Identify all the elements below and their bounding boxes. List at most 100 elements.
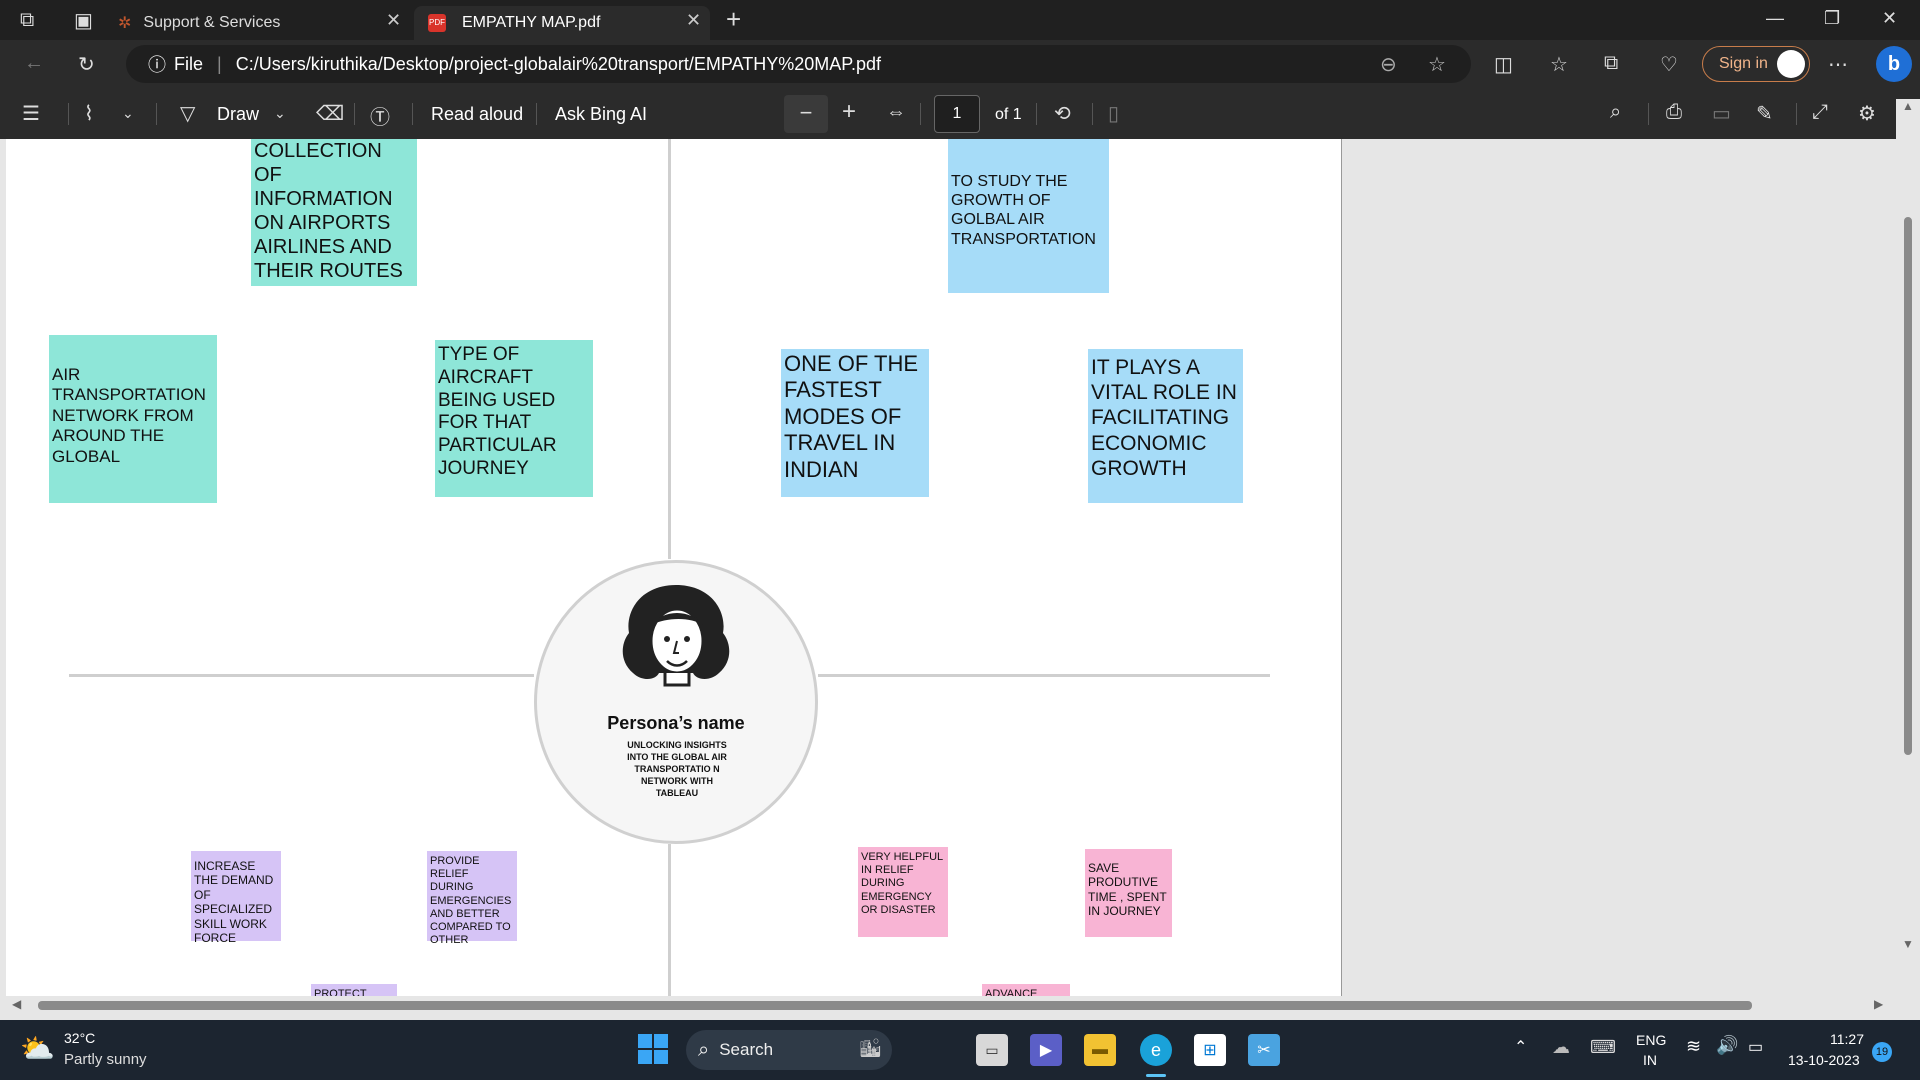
volume-icon[interactable]: 🔊 [1716,1035,1738,1056]
active-app-indicator [1146,1074,1166,1077]
language-secondary[interactable]: IN [1643,1052,1657,1068]
weather-icon[interactable]: ⛅ [20,1032,55,1065]
toolbar-divider [1648,103,1649,125]
persona-name: Persona’s name [607,713,745,733]
toolbar-divider [68,103,69,125]
toolbar-divider [1092,103,1093,125]
eraser-icon[interactable]: ⌫ [316,101,344,126]
settings-gear-icon[interactable]: ⚙ [1858,101,1876,126]
browser-essentials-icon[interactable]: ♡ [1660,52,1678,77]
new-tab-button[interactable]: + [726,4,741,35]
scroll-down-arrow-icon[interactable]: ▼ [1902,937,1914,951]
search-label: Search [719,1040,774,1059]
highlight-icon[interactable]: ⌇ [84,101,94,126]
toolbar-divider [412,103,413,125]
close-tab-icon[interactable]: ✕ [386,10,401,31]
search-icon[interactable]: ⌕ [1610,101,1621,124]
sticky-note: PROTECT [311,984,397,996]
edge-browser-icon[interactable]: e [1140,1034,1172,1066]
save-icon[interactable]: ▭ [1712,101,1731,126]
sign-in-label: Sign in [1719,55,1768,72]
scroll-left-arrow-icon[interactable]: ◀ [12,997,21,1011]
minimize-button[interactable]: — [1766,8,1784,29]
address-field[interactable]: ⓘ File | C:/Users/kiruthika/Desktop/proj… [126,45,1471,83]
tab-empathy-map[interactable]: PDF EMPATHY MAP.pdf [414,6,710,40]
collections-icon[interactable]: ⧉ [1604,52,1618,75]
refresh-icon[interactable]: ↻ [78,52,95,77]
ask-bing-button[interactable]: Ask Bing AI [555,104,647,125]
toolbar-divider [920,103,921,125]
rotate-icon[interactable]: ⟲ [1054,101,1071,126]
zoom-out-button[interactable]: − [784,95,828,133]
draw-icon[interactable]: ▽ [180,101,195,126]
notification-badge[interactable]: 19 [1872,1042,1892,1062]
keyboard-icon[interactable]: ⌨ [1590,1037,1616,1058]
split-screen-icon[interactable]: ◫ [1494,52,1513,77]
workspaces-icon[interactable]: ⧉ [20,9,34,32]
sticky-note: VERY HELPFUL IN RELIEF DURING EMERGENCY … [858,847,948,937]
tab-actions-icon[interactable]: ▣ [74,8,93,33]
favorites-icon[interactable]: ☆ [1550,52,1568,77]
horizontal-scrollbar[interactable]: ◀ ▶ [0,996,1896,1014]
zoom-icon[interactable]: ⊖ [1380,52,1397,77]
favorite-star-icon[interactable]: ☆ [1428,52,1446,77]
back-icon[interactable]: ← [24,52,44,75]
vertical-scroll-thumb[interactable] [1904,217,1912,755]
sticky-note: ONE OF THE FASTEST MODES OF TRAVEL IN IN… [781,349,929,497]
horizontal-scroll-thumb[interactable] [38,1001,1752,1010]
fullscreen-icon[interactable]: ⤢ [1812,101,1828,124]
close-window-button[interactable]: ✕ [1882,8,1897,29]
weather-desc[interactable]: Partly sunny [64,1051,147,1068]
close-tab-icon[interactable]: ✕ [686,10,701,31]
start-button-icon[interactable] [638,1034,668,1064]
sticky-note: AIR TRANSPORTATION NETWORK FROM AROUND T… [49,335,217,503]
address-bar-row: ← ↻ ⓘ File | C:/Users/kiruthika/Desktop/… [0,40,1920,89]
chevron-down-icon[interactable]: ⌄ [122,105,134,122]
tab-label: EMPATHY MAP.pdf [462,14,601,31]
tab-label: Support & Services [143,14,281,31]
draw-button[interactable]: Draw [217,104,259,125]
vertical-scrollbar[interactable]: ▲ ▼ [1896,99,1920,1005]
more-options-icon[interactable]: ⋯ [1828,52,1848,77]
browser-tab-bar: ⧉ ▣ ✲ Support & Services ✕ PDF EMPATHY M… [0,0,1920,40]
file-explorer-icon[interactable]: ▬ [1084,1034,1116,1066]
sticky-note: PROVIDE RELIEF DURING EMERGENCIES AND BE… [427,851,517,946]
contents-list-icon[interactable]: ☰ [22,101,40,126]
scroll-up-arrow-icon[interactable]: ▲ [1902,99,1914,113]
battery-icon[interactable]: ▭ [1748,1037,1763,1057]
text-box-icon[interactable]: Ⓣ [370,101,390,130]
horizontal-divider-right [818,674,1270,677]
chevron-down-icon[interactable]: ⌄ [274,105,286,122]
page-number-input[interactable]: 1 [934,95,980,133]
pdf-viewer: COLLECTION OF INFORMATION ON AIRPORTS AI… [0,99,1920,1014]
toolbar-divider [1036,103,1037,125]
tab-support-services[interactable]: ✲ Support & Services [118,6,408,40]
toolbar-divider [156,103,157,125]
read-aloud-button[interactable]: Read aloud [431,104,523,125]
print-icon[interactable]: ⎙ [1666,101,1682,124]
teams-meet-icon[interactable]: ▶ [1030,1034,1062,1066]
snipping-tool-icon[interactable]: ✂ [1248,1034,1280,1066]
sticky-note: IT PLAYS A VITAL ROLE IN FACILITATING EC… [1088,349,1243,503]
onedrive-error-icon[interactable]: ☁ [1552,1037,1570,1058]
microsoft-store-icon[interactable]: ⊞ [1194,1034,1226,1066]
task-view-icon[interactable]: ▭ [976,1034,1008,1066]
sticky-note: SAVE PRODUTIVE TIME , SPENT IN JOURNEY [1085,849,1172,937]
restore-button[interactable]: ❐ [1824,8,1840,29]
bing-copilot-icon[interactable]: b [1876,46,1912,82]
wifi-icon[interactable]: ≋ [1686,1036,1701,1057]
pdf-page: COLLECTION OF INFORMATION ON AIRPORTS AI… [6,139,1342,996]
clock-time[interactable]: 11:27 [1830,1031,1864,1047]
scroll-right-arrow-icon[interactable]: ▶ [1874,997,1883,1011]
fit-to-width-icon[interactable]: ⇔ [886,101,906,124]
weather-temp[interactable]: 32°C [64,1030,95,1046]
sign-in-button[interactable]: Sign in [1702,46,1810,82]
save-as-icon[interactable]: ✎ [1756,101,1773,126]
two-page-view-icon[interactable]: ▯ [1108,101,1119,126]
taskbar-search-box[interactable]: ⌕ Search 🏙 [686,1030,892,1070]
windows-taskbar: ⛅ 32°C Partly sunny ⌕ Search 🏙 ▭ ▶ ▬ e ⊞… [0,1020,1920,1080]
clock-date[interactable]: 13-10-2023 [1788,1052,1860,1068]
show-hidden-icons-chevron-icon[interactable]: ⌃ [1514,1037,1527,1057]
language-primary[interactable]: ENG [1636,1032,1666,1048]
zoom-in-icon[interactable]: + [842,98,856,126]
